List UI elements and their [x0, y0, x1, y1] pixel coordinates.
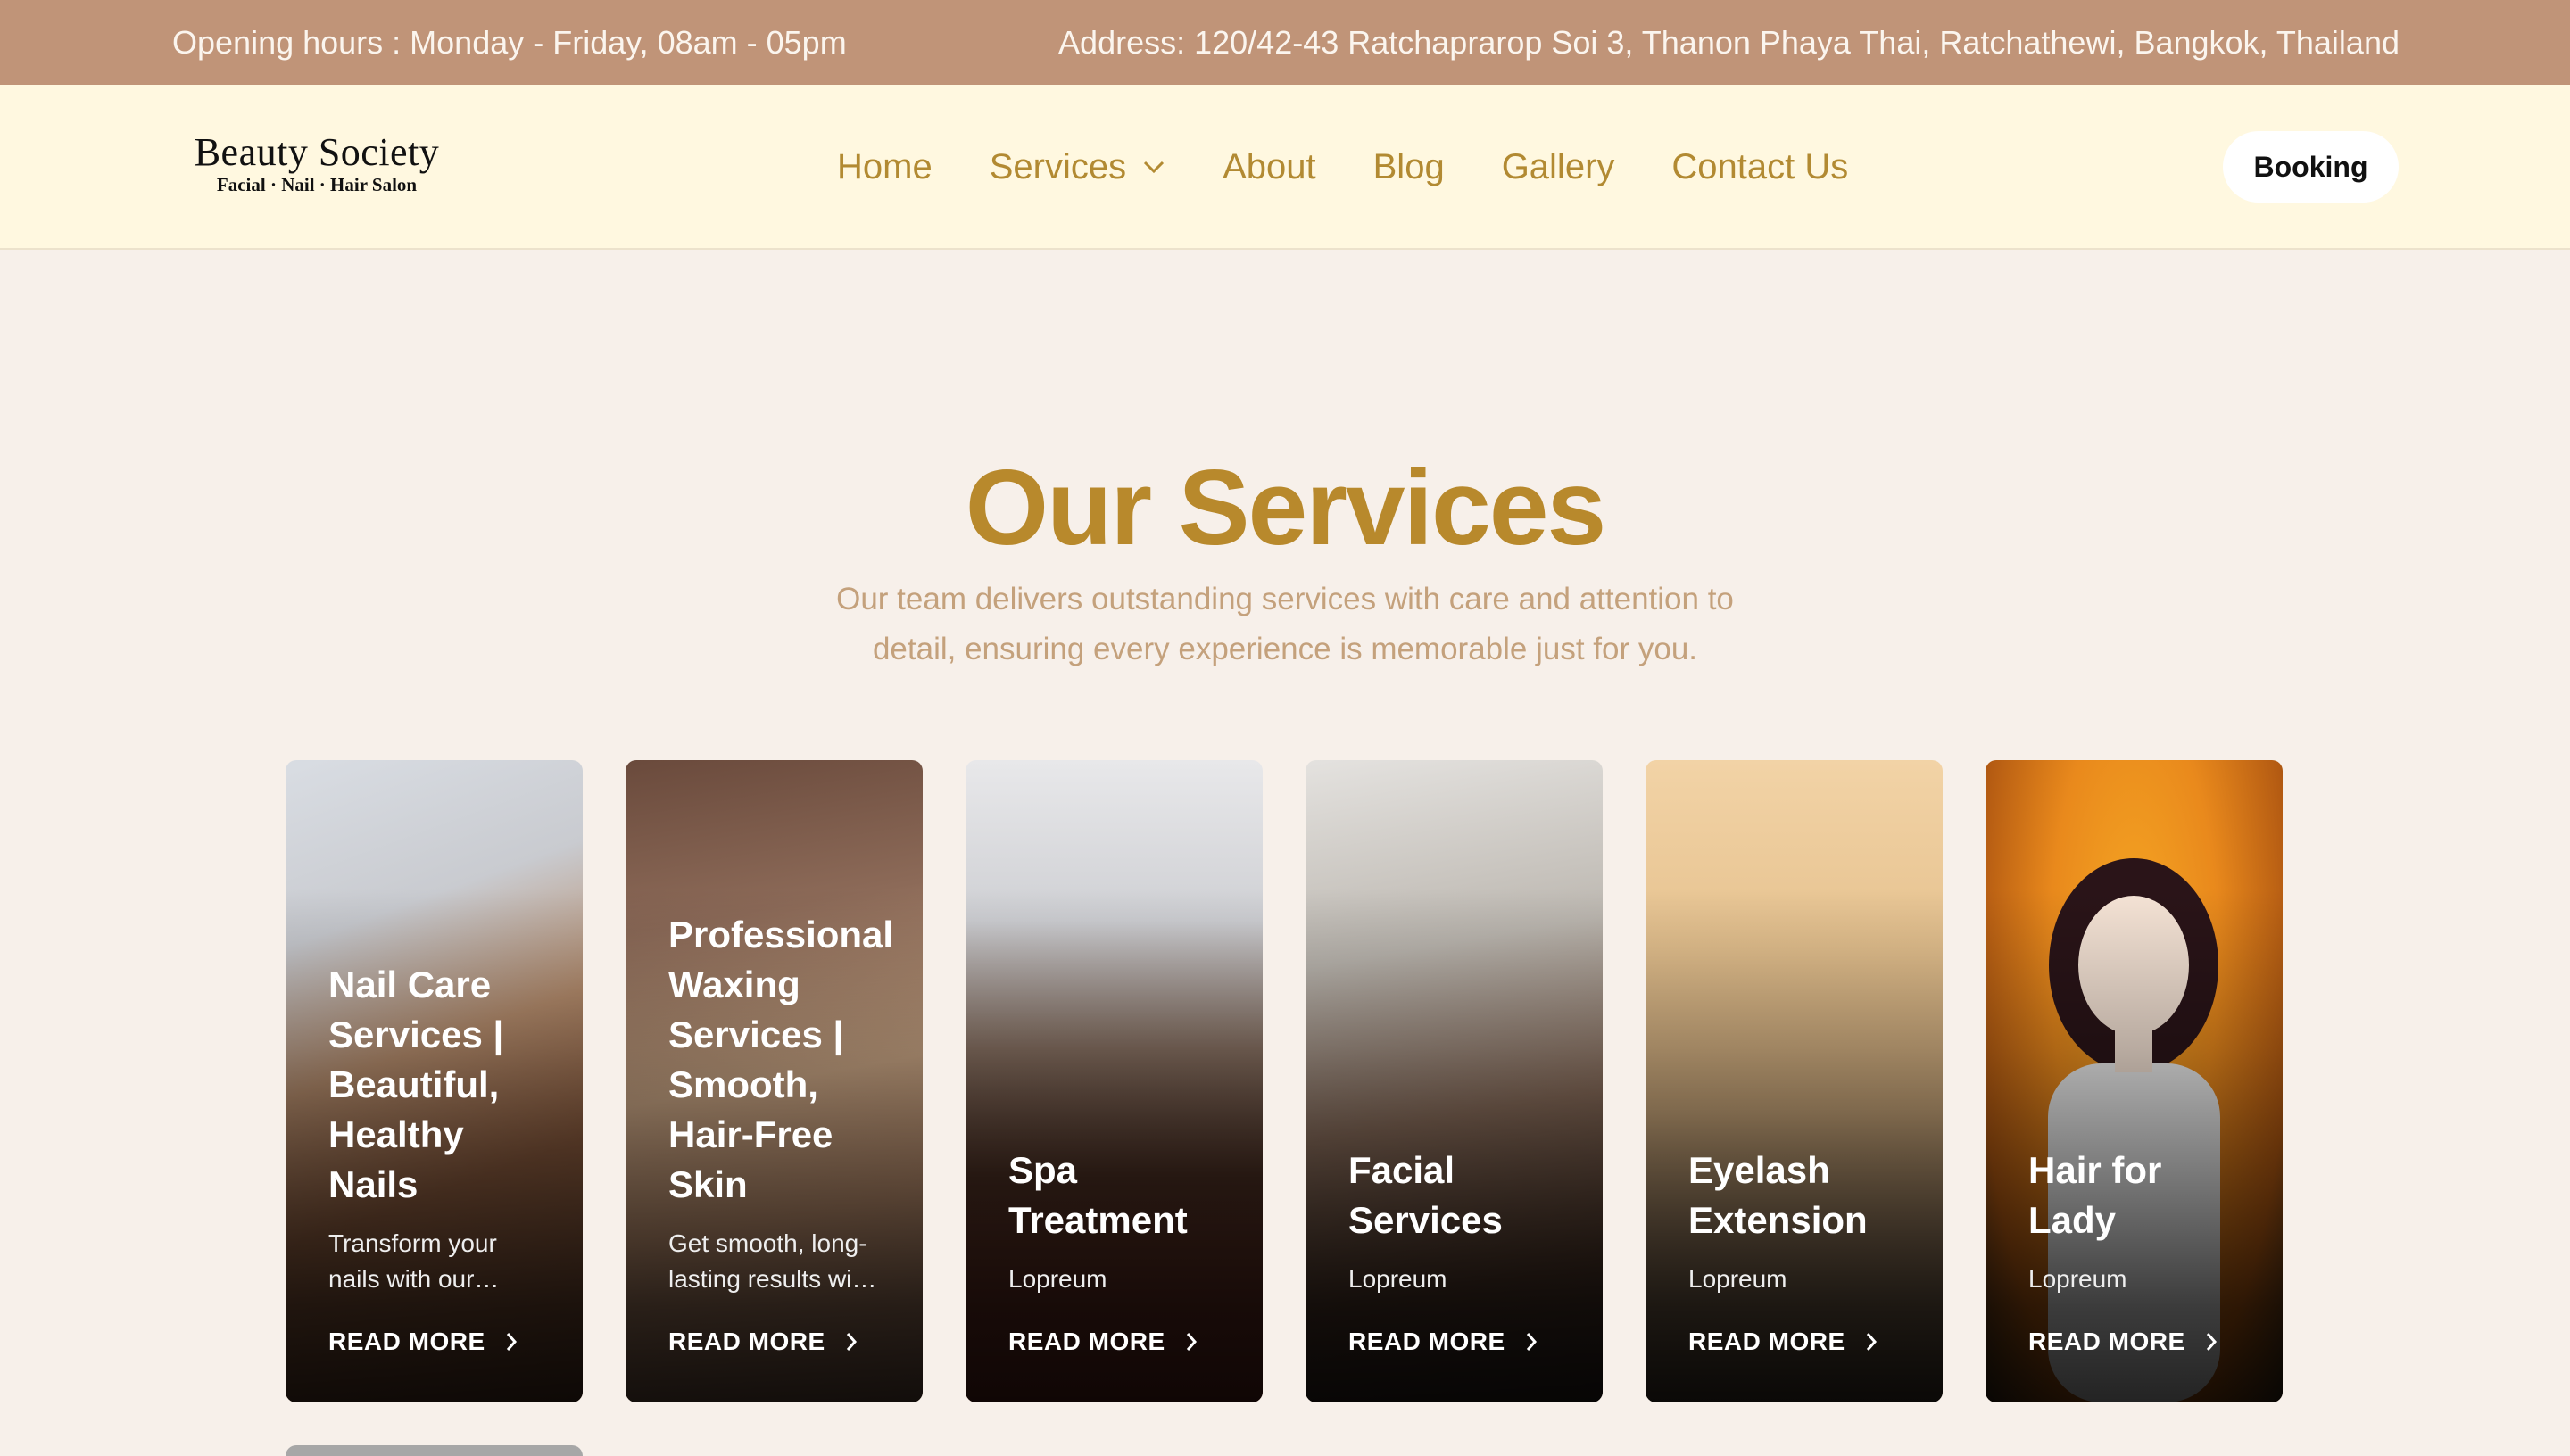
- card-title: Eyelash Extension: [1688, 1149, 1868, 1241]
- card-content: Eyelash Extension Lopreum READ MORE: [1688, 1146, 1914, 1356]
- site-header: Beauty Society Facial · Nail · Hair Salo…: [0, 85, 2570, 250]
- card-description: Lopreum: [1688, 1265, 1787, 1293]
- chevron-right-icon: [1866, 1333, 1877, 1351]
- chevron-right-icon: [506, 1333, 517, 1351]
- nav-home[interactable]: Home: [837, 147, 933, 187]
- card-content: Spa Treatment Lopreum READ MORE: [1008, 1146, 1234, 1356]
- card-title: Hair for Lady: [2028, 1149, 2162, 1241]
- service-card-next-row[interactable]: [286, 1445, 583, 1456]
- service-card-spa[interactable]: Spa Treatment Lopreum READ MORE: [966, 760, 1263, 1402]
- service-card-waxing[interactable]: Professional Waxing Services | Smooth, H…: [626, 760, 923, 1402]
- logo-subtitle: Facial · Nail · Hair Salon: [216, 174, 418, 195]
- service-card-hair[interactable]: Hair for Lady Lopreum READ MORE: [1986, 760, 2283, 1402]
- card-content: Professional Waxing Services | Smooth, H…: [668, 910, 894, 1356]
- read-more-label: READ MORE: [1348, 1328, 1505, 1355]
- chevron-right-icon: [846, 1333, 857, 1351]
- chevron-right-icon: [2206, 1333, 2217, 1351]
- card-description: Lopreum: [2028, 1265, 2127, 1293]
- read-more-link[interactable]: READ MORE: [668, 1328, 894, 1356]
- service-card-eyelash[interactable]: Eyelash Extension Lopreum READ MORE: [1646, 760, 1943, 1402]
- nav-about[interactable]: About: [1223, 147, 1316, 187]
- card-description: Lopreum: [1348, 1265, 1447, 1293]
- read-more-link[interactable]: READ MORE: [328, 1328, 554, 1356]
- card-description: Transform your nails with our…: [328, 1229, 500, 1293]
- read-more-link[interactable]: READ MORE: [1348, 1328, 1574, 1356]
- nav-services-label: Services: [989, 146, 1127, 186]
- section-subtitle: Our team delivers outstanding services w…: [836, 582, 1734, 666]
- service-card-facial[interactable]: Facial Services Lopreum READ MORE: [1306, 760, 1603, 1402]
- card-description: Lopreum: [1008, 1265, 1107, 1293]
- service-cards: Nail Care Services | Beautiful, Healthy …: [286, 760, 2284, 1402]
- card-content: Hair for Lady Lopreum READ MORE: [2028, 1146, 2254, 1356]
- read-more-link[interactable]: READ MORE: [2028, 1328, 2254, 1356]
- card-content: Nail Care Services | Beautiful, Healthy …: [328, 960, 554, 1356]
- nav-services[interactable]: Services: [990, 147, 1165, 187]
- logo-title: Beauty Society: [194, 130, 440, 174]
- nav-blog-label: Blog: [1372, 146, 1445, 186]
- card-title: Spa Treatment: [1008, 1149, 1188, 1241]
- nav-blog[interactable]: Blog: [1373, 147, 1445, 187]
- nav-about-label: About: [1223, 146, 1316, 186]
- chevron-down-icon: [1144, 161, 1165, 174]
- read-more-label: READ MORE: [328, 1328, 485, 1355]
- opening-hours-text: Opening hours : Monday - Friday, 08am - …: [172, 23, 847, 61]
- card-content: Facial Services Lopreum READ MORE: [1348, 1146, 1574, 1356]
- booking-button[interactable]: Booking: [2223, 131, 2399, 203]
- nav-home-label: Home: [837, 146, 933, 186]
- card-description: Get smooth, long-lasting results wi…: [668, 1229, 877, 1293]
- read-more-link[interactable]: READ MORE: [1008, 1328, 1234, 1356]
- read-more-label: READ MORE: [668, 1328, 825, 1355]
- nav-gallery[interactable]: Gallery: [1502, 147, 1615, 187]
- read-more-label: READ MORE: [1688, 1328, 1845, 1355]
- chevron-right-icon: [1186, 1333, 1197, 1351]
- nav-contact-label: Contact Us: [1671, 146, 1849, 186]
- card-title: Professional Waxing Services | Smooth, H…: [668, 914, 894, 1205]
- card-title: Nail Care Services | Beautiful, Healthy …: [328, 964, 504, 1205]
- read-more-label: READ MORE: [2028, 1328, 2185, 1355]
- nav-contact-us[interactable]: Contact Us: [1671, 147, 1848, 187]
- main-nav: Home Services About Blog Gallery Contact…: [837, 140, 1848, 194]
- nav-gallery-label: Gallery: [1501, 146, 1615, 186]
- card-title: Facial Services: [1348, 1149, 1503, 1241]
- logo[interactable]: Beauty Society Facial · Nail · Hair Salo…: [187, 131, 446, 203]
- service-card-nail-care[interactable]: Nail Care Services | Beautiful, Healthy …: [286, 760, 583, 1402]
- read-more-label: READ MORE: [1008, 1328, 1165, 1355]
- chevron-right-icon: [1526, 1333, 1537, 1351]
- section-title: Our Services: [965, 448, 1606, 567]
- read-more-link[interactable]: READ MORE: [1688, 1328, 1914, 1356]
- top-info-bar: Opening hours : Monday - Friday, 08am - …: [0, 0, 2570, 85]
- address-text: Address: 120/42-43 Ratchaprarop Soi 3, T…: [1058, 23, 2400, 61]
